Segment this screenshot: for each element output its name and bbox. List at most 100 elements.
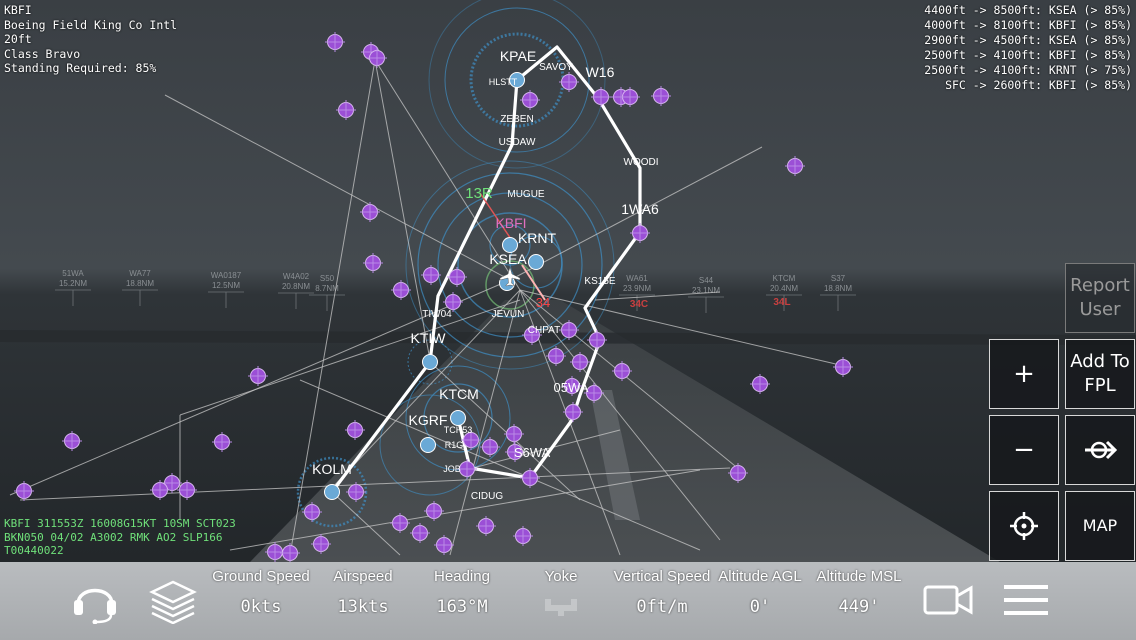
airspace-list: 4400ft -> 8500ft: KSEA (> 85%) 4000ft ->…: [924, 3, 1132, 93]
gauge-label: Altitude AGL: [718, 568, 802, 585]
fix-label: MUGUE: [507, 189, 545, 200]
gauge-label: Yoke: [544, 568, 578, 585]
fix-label: S6WA: [514, 445, 551, 460]
horizon-waypoint-distance: 20.4NM: [770, 284, 798, 293]
horizon-runway-label: 34C: [630, 299, 648, 310]
horizon-waypoint-distance: 12.5NM: [212, 281, 240, 290]
airspace-class: Class Bravo: [4, 46, 81, 61]
airport-info-panel: KBFI Boeing Field King Co Intl 20ft Clas…: [4, 3, 177, 76]
gauge-label: Altitude MSL: [816, 568, 902, 585]
horizon-waypoint-distance: 20.8NM: [282, 282, 310, 291]
fix-label: CHPAT: [528, 325, 560, 336]
horizon-waypoint-label: WA61: [626, 274, 648, 283]
gauge-heading: Heading 163°M: [422, 568, 502, 617]
zoom-out-button[interactable]: −: [989, 415, 1059, 485]
airport-label: KTCM: [439, 386, 479, 402]
horizon-waypoint-distance: 15.2NM: [59, 279, 87, 288]
camera-icon: [923, 585, 973, 615]
gauge-value: 13kts: [337, 597, 389, 617]
gauge-value: 449': [838, 597, 880, 617]
airspace-row: 4400ft -> 8500ft: KSEA (> 85%): [924, 3, 1132, 17]
gauge-label: Airspeed: [333, 568, 393, 585]
fix-label: TIW04: [422, 309, 452, 320]
airport-label: KSEA: [489, 251, 527, 267]
direct-to-icon: [1085, 440, 1117, 460]
airport-label: KTIW: [411, 330, 447, 346]
fix-label: R1G: [445, 440, 464, 450]
gauge-altitude-agl: Altitude AGL 0': [716, 568, 804, 617]
fix-label: SAVOY: [539, 62, 573, 73]
horizon-waypoint-label: S44: [699, 276, 714, 285]
headset-icon: [74, 588, 116, 625]
airport-label: KRNT: [518, 230, 557, 246]
horizon-waypoint-label: W4A02: [283, 272, 310, 281]
gauge-value: 163°M: [436, 597, 488, 617]
gauge-label: Heading: [434, 568, 490, 585]
menu-icon: [1004, 585, 1048, 615]
airport-label: KBFI: [495, 215, 526, 231]
horizon-waypoint-distance: 18.8NM: [126, 279, 154, 288]
airspace-row: 2900ft -> 4500ft: KSEA (> 85%): [924, 33, 1132, 47]
gauge-value: 0kts: [240, 597, 282, 617]
fix-label: 05WA: [554, 380, 589, 395]
fix-label: KS15E: [584, 276, 615, 287]
camera-button[interactable]: [922, 582, 974, 622]
standing-required: Standing Required: 85%: [4, 61, 157, 75]
metar-line: KBFI 311553Z 16008G15KT 10SM SCT023: [4, 517, 236, 530]
airport-marker[interactable]: [422, 354, 438, 370]
report-user-button[interactable]: Report User: [1065, 263, 1135, 333]
airspace-row: 2500ft -> 4100ft: KRNT (> 75%): [924, 63, 1132, 77]
airspace-row: SFC -> 2600ft: KBFI (> 85%): [945, 78, 1132, 92]
airport-marker[interactable]: [420, 437, 436, 453]
airport-name: Boeing Field King Co Intl: [4, 17, 178, 32]
yoke-icon: [545, 599, 577, 616]
fix-label: JEVUN: [492, 309, 525, 320]
airport-label: KOLM: [312, 461, 352, 477]
fix-label: HLSTT: [489, 77, 518, 87]
gauge-ground-speed: Ground Speed 0kts: [206, 568, 316, 617]
gauge-yoke: Yoke: [530, 568, 592, 621]
horizon-waypoint-label: 51WA: [62, 269, 84, 278]
airport-marker[interactable]: [450, 410, 466, 426]
metar-line: BKN050 04/02 A3002 RMK AO2 SLP166: [4, 530, 223, 544]
horizon-waypoint-label: WA0187: [211, 271, 242, 280]
horizon-waypoint-label: WA77: [129, 269, 151, 278]
gauge-airspeed: Airspeed 13kts: [322, 568, 404, 617]
fix-label: W16: [586, 64, 615, 80]
center-button[interactable]: [989, 491, 1059, 561]
horizon-waypoint-label: S50: [320, 274, 335, 283]
gauge-label: Vertical Speed: [613, 568, 711, 585]
horizon-waypoint-label: KTCM: [773, 274, 796, 283]
airport-elevation: 20ft: [4, 32, 32, 46]
direct-to-button[interactable]: [1065, 415, 1135, 485]
layers-button[interactable]: [148, 578, 198, 628]
gauge-label: Ground Speed: [212, 568, 310, 585]
airspace-row: 4000ft -> 8100ft: KBFI (> 85%): [924, 18, 1132, 32]
menu-button[interactable]: [1002, 582, 1050, 622]
fix-label: USDAW: [499, 137, 536, 148]
gauge-altitude-msl: Altitude MSL 449': [814, 568, 904, 617]
map-button[interactable]: MAP: [1065, 491, 1135, 561]
layers-icon: [149, 580, 197, 625]
fix-label: TCH53: [444, 425, 473, 435]
fix-label: WOODI: [624, 157, 659, 168]
airport-marker[interactable]: [528, 254, 544, 270]
atc-button[interactable]: [70, 576, 120, 628]
airport-marker[interactable]: [324, 484, 340, 500]
zoom-in-button[interactable]: +: [989, 339, 1059, 409]
fix-label: CIDUG: [471, 491, 503, 502]
crosshair-icon: [1010, 512, 1038, 540]
horizon-runway-label: 34L: [773, 297, 790, 308]
airport-label: KPAE: [500, 48, 536, 64]
horizon-waypoint-distance: 18.8NM: [824, 284, 852, 293]
gauge-vertical-speed: Vertical Speed 0ft/m: [608, 568, 716, 617]
horizon-waypoint-label: S37: [831, 274, 846, 283]
horizon-waypoint-distance: 23.9NM: [623, 284, 651, 293]
metar-line: T00440022: [4, 544, 64, 557]
gauge-value: 0': [749, 597, 771, 617]
fix-label: 1WA6: [621, 201, 659, 217]
add-to-fpl-button[interactable]: Add To FPL: [1065, 339, 1135, 409]
runway-label: 13R: [465, 185, 493, 202]
airport-icao: KBFI: [4, 3, 32, 17]
metar-text: KBFI 311553Z 16008G15KT 10SM SCT023 BKN0…: [4, 517, 236, 558]
